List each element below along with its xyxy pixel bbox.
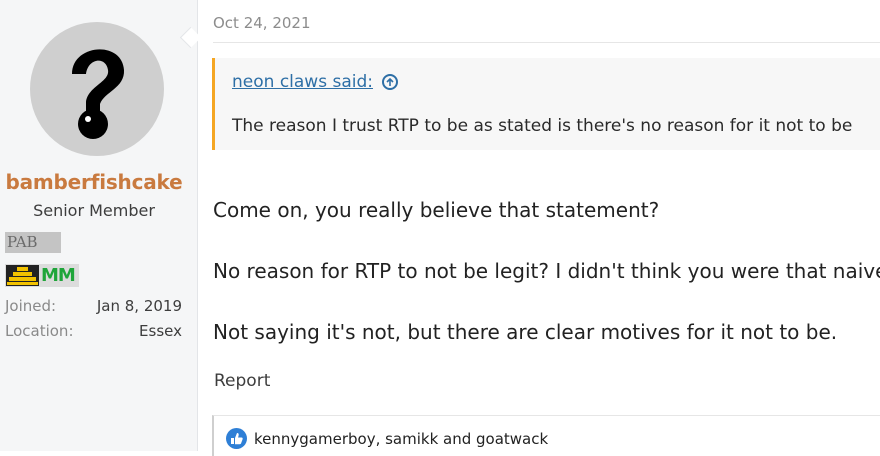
- divider: [213, 42, 880, 43]
- username-link[interactable]: bamberfishcake: [0, 170, 188, 194]
- arrow-up-circle-icon[interactable]: [382, 74, 398, 90]
- beehive-badge-icon: [6, 265, 39, 286]
- user-badge-pab: PAB: [5, 232, 61, 253]
- quote-block: neon claws said: The reason I trust RTP …: [212, 58, 880, 150]
- message-line: No reason for RTP to not be legit? I did…: [213, 259, 880, 283]
- message-line: Not saying it's not, but there are clear…: [213, 320, 838, 344]
- reactions-users[interactable]: kennygamerboy, samikk and goatwack: [254, 430, 548, 448]
- post-date-link[interactable]: Oct 24, 2021: [213, 14, 311, 32]
- user-badge-mm: MM: [5, 264, 79, 287]
- location-value: Essex: [139, 322, 182, 340]
- like-thumb-icon: [226, 428, 247, 449]
- location-label: Location:: [5, 322, 74, 340]
- quote-author-link[interactable]: neon claws said:: [232, 72, 373, 92]
- avatar[interactable]: [30, 22, 164, 156]
- reactions-bar[interactable]: kennygamerboy, samikk and goatwack: [212, 415, 880, 456]
- user-badge-mm-label: MM: [41, 265, 76, 286]
- message-line: Come on, you really believe that stateme…: [213, 198, 660, 222]
- joined-row: Joined: Jan 8, 2019: [5, 297, 182, 315]
- quote-text: The reason I trust RTP to be as stated i…: [232, 116, 853, 136]
- user-title: Senior Member: [33, 201, 155, 220]
- location-row: Location: Essex: [5, 322, 182, 340]
- question-mark-avatar-icon: [72, 49, 125, 139]
- user-sidebar: bamberfishcake Senior Member PAB MM Join…: [0, 0, 198, 451]
- report-link[interactable]: Report: [214, 371, 270, 391]
- joined-value: Jan 8, 2019: [96, 297, 182, 315]
- joined-label: Joined:: [5, 297, 57, 315]
